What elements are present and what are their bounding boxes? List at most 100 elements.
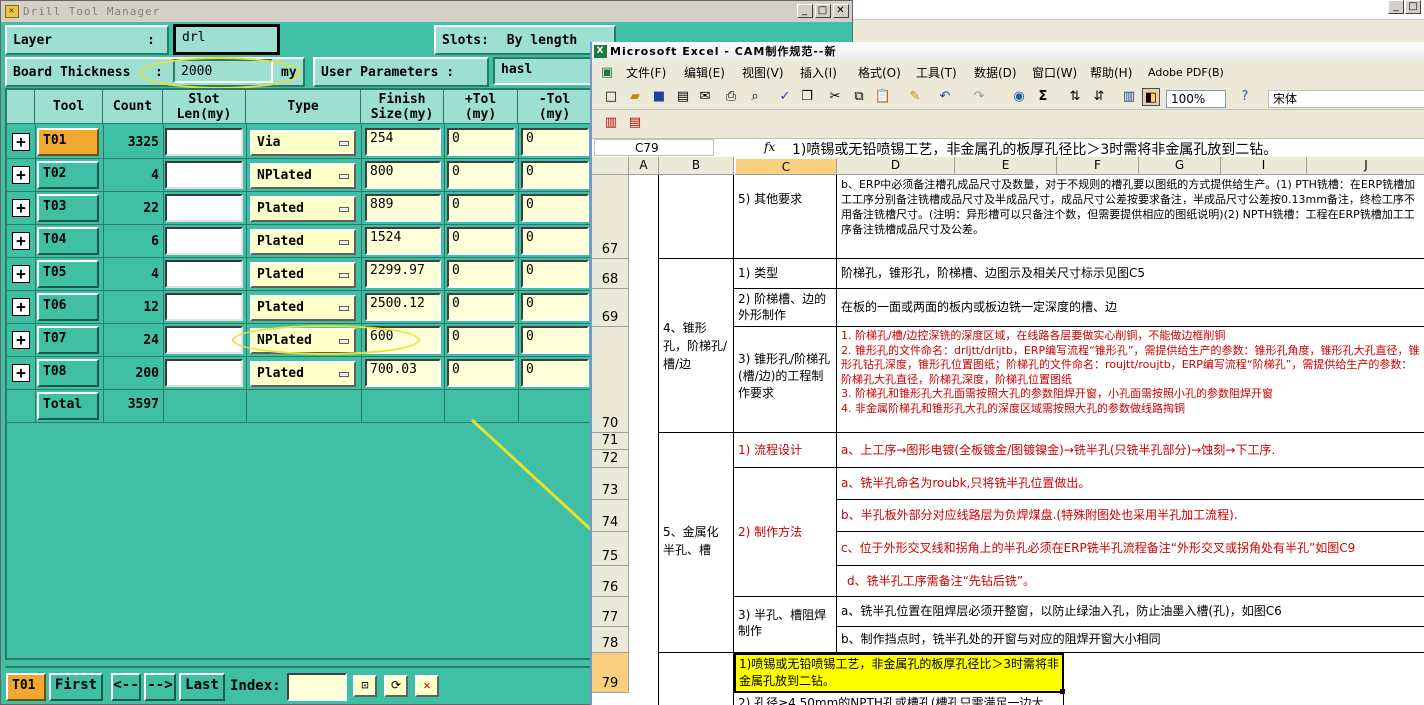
calculator-icon[interactable]: ⊡ [353,675,377,697]
col-header-i[interactable]: I [1221,157,1307,175]
col-header-c[interactable]: C [734,157,837,175]
row-header-79[interactable]: 79 [592,653,629,693]
row-header-78[interactable]: 78 [592,627,629,653]
type-select[interactable]: Via [250,130,356,156]
new-icon[interactable]: □ [602,88,620,106]
plus-tol-input[interactable]: 0 [447,128,515,156]
minus-tol-input[interactable]: 0 [521,161,589,189]
delete-icon[interactable]: ✕ [415,675,439,697]
sort-descending-icon[interactable]: ⇵ [1090,88,1108,106]
finish-size-input[interactable]: 1524 [365,227,441,255]
row-header-71[interactable]: 71 [592,433,629,450]
tool-button[interactable]: T06 [37,293,99,321]
expand-icon[interactable]: + [12,364,30,382]
plus-tol-input[interactable]: 0 [447,260,515,288]
type-select[interactable]: Plated [250,295,356,321]
prev-button[interactable]: <-- [111,673,141,701]
cell-c73[interactable]: 2) 制作方法 [734,468,837,597]
row-header-73[interactable]: 73 [592,468,629,500]
slot-length-input[interactable] [165,161,243,189]
minus-tol-input[interactable]: 0 [521,359,589,387]
last-button[interactable]: Last [179,673,225,701]
type-select[interactable]: Plated [250,229,356,255]
finish-size-input[interactable]: 2500.12 [365,293,441,321]
cell-d76[interactable]: d、铣半孔工序需备注“先钻后铣”。 [837,566,1424,597]
redo-icon[interactable]: ↷ [970,88,988,106]
dropdown-icon[interactable] [339,141,349,146]
tool-button[interactable]: T02 [37,161,99,189]
worksheet[interactable]: A B C D E F G I J 67 68 69 70 71 72 73 7… [592,157,1424,705]
row-header-77[interactable]: 77 [592,597,629,627]
research-icon[interactable]: ❐ [798,88,816,106]
print-icon[interactable]: ⎙ [722,88,740,106]
expand-icon[interactable]: + [12,166,30,184]
menu-data[interactable]: 数据(D) [974,64,1017,82]
cell-c68[interactable]: 1) 类型 [734,259,837,289]
name-box[interactable]: C79 [594,139,714,156]
cell-c77[interactable]: 3) 半孔、槽阻焊制作 [734,597,837,653]
expand-icon[interactable]: + [12,199,30,217]
col-header-f[interactable]: F [1057,157,1139,175]
menu-view[interactable]: 视图(V) [742,64,784,82]
tool-button[interactable]: T05 [37,260,99,288]
expand-icon[interactable]: + [12,232,30,250]
row-header-76[interactable]: 76 [592,566,629,597]
type-select[interactable]: Plated [250,196,356,222]
row-header-69[interactable]: 69 [592,289,629,327]
undo-icon[interactable]: ↶ [936,88,954,106]
minus-tol-input[interactable]: 0 [521,128,589,156]
cell-a-block[interactable] [629,175,659,705]
chart-wizard-icon[interactable]: ▥ [1120,88,1138,106]
col-header-b[interactable]: B [659,157,734,175]
plus-tol-input[interactable]: 0 [447,227,515,255]
menu-adobe-pdf[interactable]: Adobe PDF(B) [1148,64,1224,82]
slot-length-input[interactable] [165,260,243,288]
cell-c67[interactable]: 5) 其他要求 [734,175,837,259]
cell-d70[interactable]: 1. 阶梯孔/槽/边控深铣的深度区域，在线路各层要做实心削铜，不能做边框削铜 2… [837,327,1424,433]
cell-b71[interactable]: 5、金属化半孔、槽 [659,433,734,653]
first-button[interactable]: First [49,673,103,701]
dropdown-icon[interactable] [339,240,349,245]
col-header-d[interactable]: D [837,157,955,175]
minus-tol-input[interactable]: 0 [521,227,589,255]
slot-length-input[interactable] [165,194,243,222]
menu-edit[interactable]: 编辑(E) [684,64,725,82]
print-preview-icon[interactable]: ⌕ [746,88,764,106]
zoom-select[interactable]: 100% [1166,90,1226,108]
col-header-g[interactable]: G [1139,157,1221,175]
type-select[interactable]: Plated [250,262,356,288]
row-header-70[interactable]: 70 [592,327,629,433]
minus-tol-input[interactable]: 0 [521,293,589,321]
expand-icon[interactable]: + [12,265,30,283]
menu-format[interactable]: 格式(O) [858,64,901,82]
formula-input[interactable]: 1)喷锡或无铅喷锡工艺，非金属孔的板厚孔径比＞3时需将非金属孔放到二钻。 [792,139,1277,159]
plus-tol-input[interactable]: 0 [447,293,515,321]
hyperlink-icon[interactable]: ◉ [1010,88,1028,106]
menu-tools[interactable]: 工具(T) [916,64,957,82]
cell-b67[interactable] [659,175,734,259]
row-header-75[interactable]: 75 [592,532,629,566]
plus-tol-input[interactable]: 0 [447,359,515,387]
cut-icon[interactable]: ✂ [826,88,844,106]
minimize-button[interactable]: _ [797,4,813,18]
type-select[interactable]: Plated [250,361,356,387]
minus-tol-input[interactable]: 0 [521,194,589,222]
layer-field[interactable]: drl [173,24,280,55]
row-header-68[interactable]: 68 [592,259,629,289]
dropdown-icon[interactable] [339,174,349,179]
tool-button[interactable]: T07 [37,326,99,354]
tool-button[interactable]: T01 [37,128,99,156]
open-icon[interactable]: ▰ [626,88,644,106]
expand-icon[interactable]: + [12,298,30,316]
cell-b79[interactable] [659,653,734,705]
close-button[interactable]: ✕ [833,4,849,18]
expand-icon[interactable]: + [12,331,30,349]
cell-d69[interactable]: 在板的一面或两面的板内或板边铣一定深度的槽、边 [837,289,1424,327]
menu-window[interactable]: 窗口(W) [1032,64,1077,82]
cell-c80[interactable]: 2) 孔径≥4.50mm的NPTH孔或槽孔(槽孔只需满足一边大 [734,693,1064,705]
dropdown-icon[interactable] [339,207,349,212]
col-header-j[interactable]: J [1307,157,1424,175]
minus-tol-input[interactable]: 0 [521,260,589,288]
email-icon[interactable]: ✉ [696,88,714,106]
pdf-convert-icon[interactable]: ▥ [602,114,620,132]
